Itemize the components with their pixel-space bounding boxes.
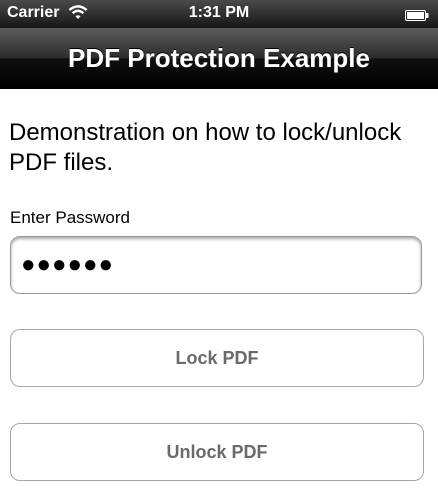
lock-pdf-label: Lock PDF [175, 347, 259, 368]
navigation-bar: PDF Protection Example [0, 28, 438, 89]
status-bar: Carrier 1:31 PM [0, 0, 438, 28]
unlock-pdf-label: Unlock PDF [166, 441, 268, 462]
password-value: ●●●●●● [21, 251, 114, 278]
page-title: PDF Protection Example [68, 43, 370, 73]
battery-icon [405, 8, 429, 21]
unlock-pdf-button[interactable]: Unlock PDF [10, 423, 424, 481]
lock-pdf-button[interactable]: Lock PDF [10, 329, 424, 387]
status-time: 1:31 PM [188, 4, 250, 21]
password-label: Enter Password [10, 208, 130, 227]
description-text: Demonstration on how to lock/unlock PDF … [9, 119, 402, 176]
password-field[interactable]: ●●●●●● [10, 236, 422, 294]
